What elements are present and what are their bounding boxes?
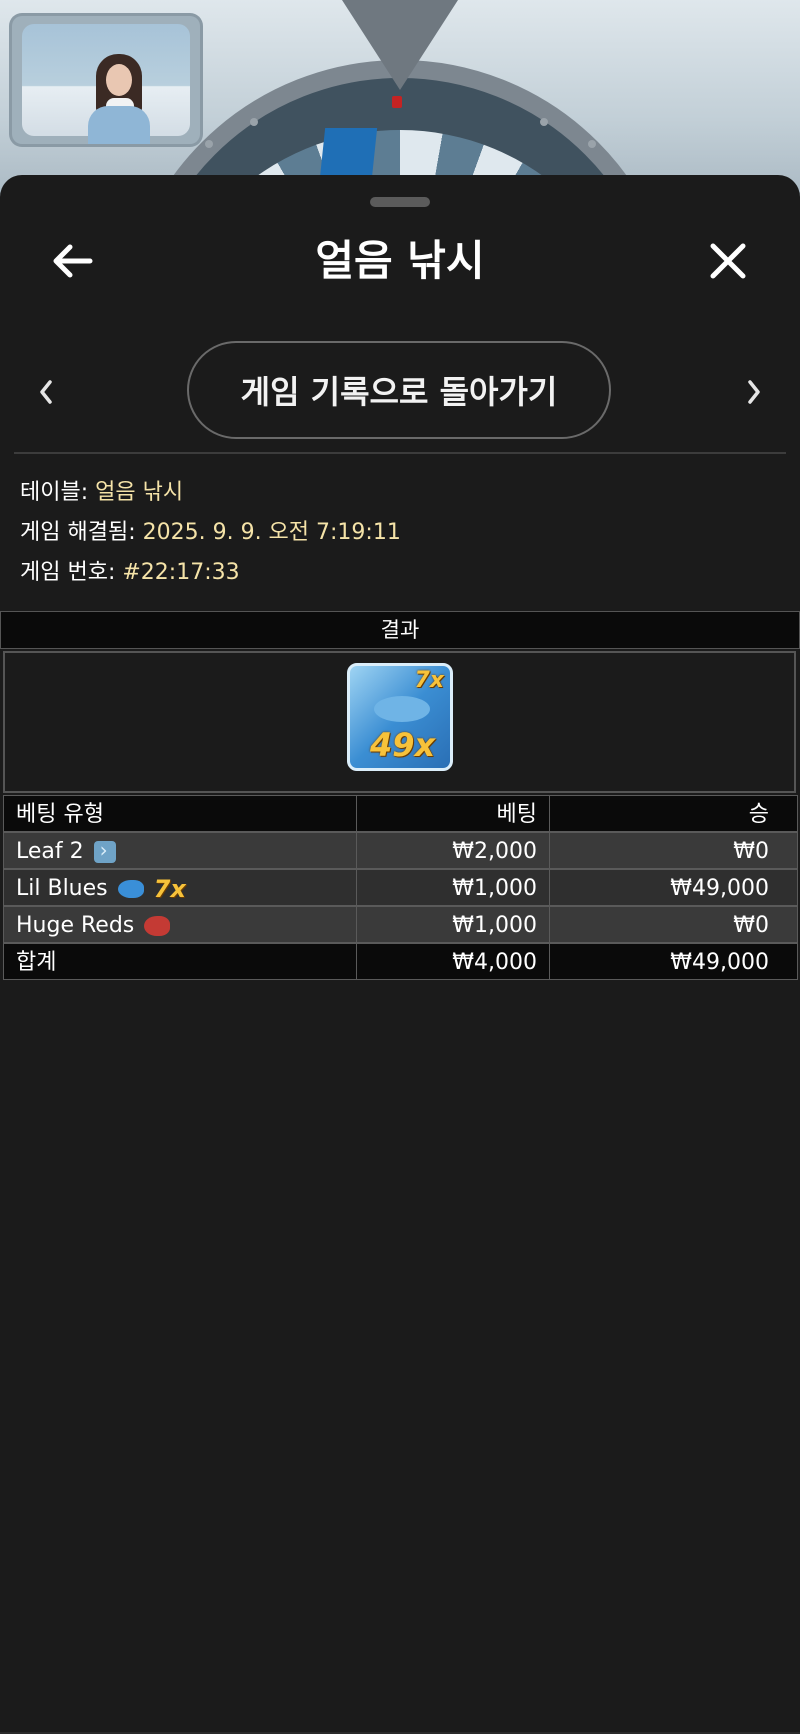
blue-fish-tile-icon: 7x 49x	[347, 663, 453, 771]
column-header-bet-type: 베팅 유형	[3, 795, 357, 832]
bet-type-label: Huge Reds	[16, 913, 135, 938]
red-fish-icon	[144, 916, 171, 936]
column-header-win: 승	[549, 795, 798, 832]
table-total-row: 합계 ₩4,000 ₩49,000	[3, 943, 798, 980]
bet-type-cell: Leaf 2	[3, 832, 357, 869]
fish-icon	[374, 696, 430, 722]
chevron-right-icon	[748, 380, 760, 404]
win-amount-cell: ₩0	[549, 832, 798, 869]
result-header: 결과	[0, 611, 800, 649]
column-header-bet: 베팅	[356, 795, 550, 832]
resolved-info-line: 게임 해결됨: 2025. 9. 9. 오전 7:19:11	[20, 518, 401, 548]
table-row: Lil Blues 7x ₩1,000 ₩49,000	[3, 869, 798, 906]
close-button[interactable]	[700, 233, 756, 289]
wheel-bolt	[588, 140, 596, 148]
dealer-coat	[88, 106, 150, 144]
resolved-label: 게임 해결됨:	[20, 520, 136, 545]
close-icon	[710, 243, 746, 279]
page-title: 얼음 낚시	[315, 236, 485, 285]
table-label: 테이블:	[20, 480, 89, 505]
win-amount-cell: ₩0	[549, 906, 798, 943]
video-screen	[22, 24, 190, 144]
next-game-button[interactable]	[738, 370, 770, 414]
wheel-bolt	[205, 140, 213, 148]
bet-amount-cell: ₩1,000	[356, 906, 550, 943]
multiplier-badge: 7x	[153, 875, 186, 903]
leaf-icon	[93, 832, 116, 869]
tile-multiplier-top: 7x	[414, 668, 445, 693]
wheel-pointer	[342, 0, 458, 90]
table-header-row: 베팅 유형 베팅 승	[3, 795, 798, 832]
bet-amount-cell: ₩1,000	[356, 869, 550, 906]
dealer-face	[106, 64, 132, 96]
table-info-line: 테이블: 얼음 낚시	[20, 478, 183, 508]
arrow-left-icon	[53, 244, 93, 278]
previous-game-button[interactable]	[30, 370, 62, 414]
game-history-sheet: 얼음 낚시 게임 기록으로 돌아가기 테이블: 얼음 낚시 게임 해결됨: 20…	[0, 175, 800, 1734]
total-win: ₩49,000	[549, 943, 798, 980]
drag-handle[interactable]	[370, 197, 430, 207]
back-button[interactable]	[44, 233, 100, 289]
bet-type-cell: Huge Reds	[3, 906, 357, 943]
wheel-bolt	[250, 118, 258, 126]
bet-type-cell: Lil Blues 7x	[3, 869, 357, 906]
game-number-value: #22:17:33	[122, 560, 240, 585]
chevron-left-icon	[40, 380, 52, 404]
table-value: 얼음 낚시	[95, 480, 184, 505]
bet-type-label: Lil Blues	[16, 876, 108, 901]
win-amount-cell: ₩49,000	[549, 869, 798, 906]
bet-amount-cell: ₩2,000	[356, 832, 550, 869]
table-row: Huge Reds ₩1,000 ₩0	[3, 906, 798, 943]
resolved-value: 2025. 9. 9. 오전 7:19:11	[142, 520, 401, 545]
wheel-pointer-tip	[392, 96, 402, 108]
game-number-label: 게임 번호:	[20, 560, 116, 585]
tile-multiplier-bottom: 49x	[370, 726, 436, 764]
bet-type-label: Leaf 2	[16, 839, 84, 864]
result-display: 7x 49x	[3, 651, 796, 793]
game-number-info-line: 게임 번호: #22:17:33	[20, 558, 240, 588]
total-bet: ₩4,000	[356, 943, 550, 980]
blue-fish-icon	[117, 880, 144, 898]
dealer-video-thumbnail[interactable]	[12, 16, 200, 144]
total-label: 합계	[3, 943, 357, 980]
wheel-bolt	[540, 118, 548, 126]
back-to-history-button[interactable]: 게임 기록으로 돌아가기	[187, 341, 611, 439]
table-row: Leaf 2 ₩2,000 ₩0	[3, 832, 798, 869]
divider	[14, 452, 786, 454]
